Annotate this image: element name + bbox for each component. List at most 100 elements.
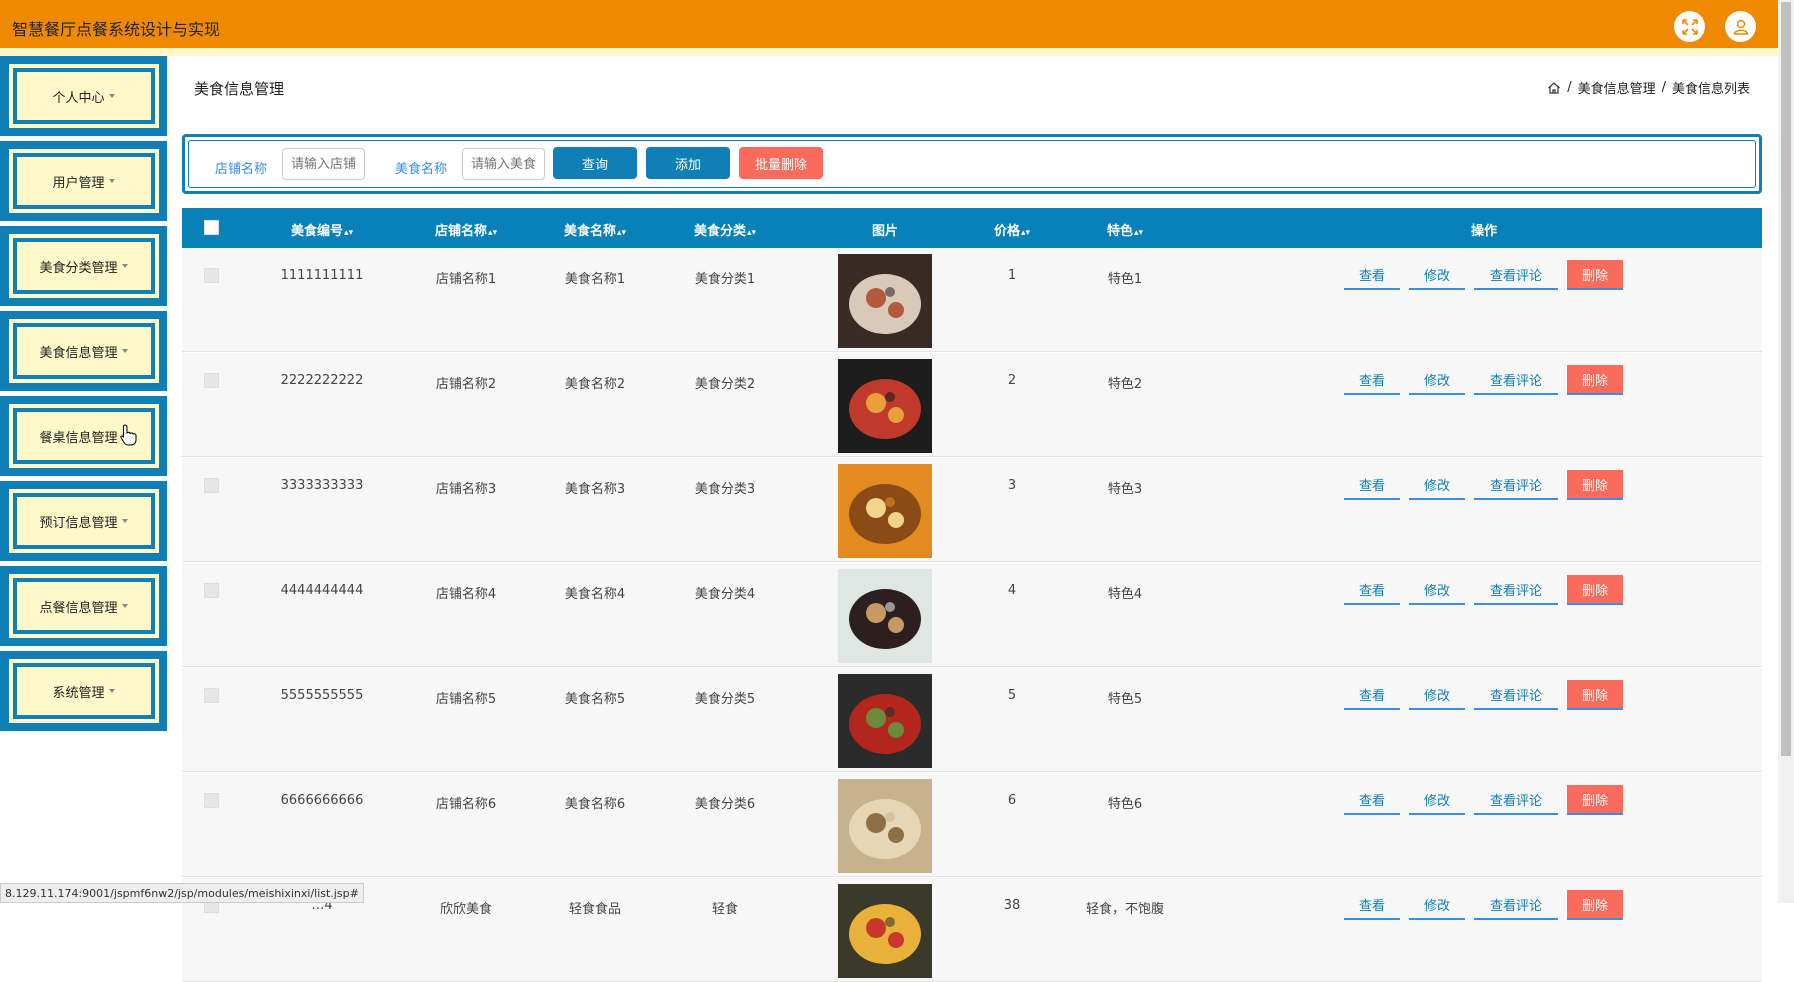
cell-feature: 特色4 xyxy=(1108,583,1142,602)
row-checkbox[interactable] xyxy=(204,793,219,808)
delete-button[interactable]: 删除 xyxy=(1567,785,1623,815)
delete-button[interactable]: 删除 xyxy=(1567,365,1623,395)
edit-button[interactable]: 修改 xyxy=(1409,260,1465,290)
user-icon[interactable] xyxy=(1725,11,1756,42)
cell-food-category: 美食分类4 xyxy=(695,583,755,602)
view-comments-button[interactable]: 查看评论 xyxy=(1474,575,1558,605)
sidebar-item-user-management[interactable]: 用户管理 xyxy=(0,141,167,221)
search-panel: 店铺名称 美食名称 查询 添加 批量删除 xyxy=(182,134,1762,194)
delete-button[interactable]: 删除 xyxy=(1567,890,1623,920)
table-row: 4444444444 店铺名称4 美食名称4 美食分类4 4 特色4 查看 修改… xyxy=(182,563,1762,667)
cell-food-id: 5555555555 xyxy=(281,688,364,703)
edit-button[interactable]: 修改 xyxy=(1409,365,1465,395)
scrollbar-thumb[interactable] xyxy=(1781,2,1791,756)
column-header-food-name[interactable]: 美食名称▴▾ xyxy=(564,220,626,239)
view-comments-button[interactable]: 查看评论 xyxy=(1474,470,1558,500)
sidebar-item-label: 点餐信息管理 xyxy=(39,597,117,616)
view-button[interactable]: 查看 xyxy=(1344,890,1400,920)
query-button[interactable]: 查询 xyxy=(553,147,637,179)
select-all-checkbox[interactable] xyxy=(204,220,219,235)
sidebar-item-order-info[interactable]: 点餐信息管理 xyxy=(0,566,167,646)
cell-price: 3 xyxy=(1008,478,1016,493)
breadcrumb-section[interactable]: 美食信息管理 xyxy=(1578,78,1656,97)
sort-icon: ▴▾ xyxy=(617,228,626,238)
home-icon[interactable] xyxy=(1547,81,1561,95)
food-name-label: 美食名称 xyxy=(395,158,447,177)
cell-food-category: 美食分类1 xyxy=(695,268,755,287)
table-row: 2222222222 店铺名称2 美食名称2 美食分类2 2 特色2 查看 修改… xyxy=(182,353,1762,457)
row-checkbox[interactable] xyxy=(204,478,219,493)
cell-food-name: 轻食食品 xyxy=(569,898,621,917)
food-name-input[interactable] xyxy=(462,148,545,180)
edit-button[interactable]: 修改 xyxy=(1409,470,1465,500)
view-button[interactable]: 查看 xyxy=(1344,575,1400,605)
delete-button[interactable]: 删除 xyxy=(1567,260,1623,290)
edit-button[interactable]: 修改 xyxy=(1409,890,1465,920)
column-header-price[interactable]: 价格▴▾ xyxy=(994,220,1030,239)
cell-feature: 特色5 xyxy=(1108,688,1142,707)
column-header-food-id[interactable]: 美食编号▴▾ xyxy=(291,220,353,239)
cell-food-id: 2222222222 xyxy=(281,373,364,388)
delete-button[interactable]: 删除 xyxy=(1567,680,1623,710)
sidebar-item-label: 餐桌信息管理 xyxy=(39,427,117,446)
sidebar-item-food-info[interactable]: 美食信息管理 xyxy=(0,311,167,391)
cell-food-name: 美食名称3 xyxy=(565,478,625,497)
cell-food-category: 轻食 xyxy=(712,898,738,917)
batch-delete-button[interactable]: 批量删除 xyxy=(739,147,823,179)
row-checkbox[interactable] xyxy=(204,583,219,598)
food-image xyxy=(838,464,932,558)
delete-button[interactable]: 删除 xyxy=(1567,575,1623,605)
table-row: 3333333333 店铺名称3 美食名称3 美食分类3 3 特色3 查看 修改… xyxy=(182,458,1762,562)
cell-price: 1 xyxy=(1008,268,1016,283)
sidebar-item-label: 个人中心 xyxy=(52,87,104,106)
row-checkbox[interactable] xyxy=(204,688,219,703)
breadcrumb-separator: / xyxy=(1662,80,1666,95)
view-button[interactable]: 查看 xyxy=(1344,785,1400,815)
view-comments-button[interactable]: 查看评论 xyxy=(1474,680,1558,710)
vertical-scrollbar[interactable] xyxy=(1778,0,1794,903)
sidebar-item-table-info[interactable]: 餐桌信息管理 xyxy=(0,396,167,476)
column-header-feature[interactable]: 特色▴▾ xyxy=(1107,220,1143,239)
sidebar-item-personal-center[interactable]: 个人中心 xyxy=(0,56,167,136)
cell-feature: 特色2 xyxy=(1108,373,1142,392)
table-header: 美食编号▴▾ 店铺名称▴▾ 美食名称▴▾ 美食分类▴▾ 图片 价格▴▾ 特色▴▾… xyxy=(182,208,1762,248)
view-button[interactable]: 查看 xyxy=(1344,680,1400,710)
sidebar-item-food-category[interactable]: 美食分类管理 xyxy=(0,226,167,306)
food-image xyxy=(838,884,932,978)
cell-feature: 特色6 xyxy=(1108,793,1142,812)
caret-down-icon xyxy=(122,604,128,608)
cell-shop-name: 店铺名称5 xyxy=(436,688,496,707)
row-checkbox[interactable] xyxy=(204,268,219,283)
cell-price: 4 xyxy=(1008,583,1016,598)
add-button[interactable]: 添加 xyxy=(646,147,730,179)
shop-name-input[interactable] xyxy=(282,148,365,180)
table-row: 5555555555 店铺名称5 美食名称5 美食分类5 5 特色5 查看 修改… xyxy=(182,668,1762,772)
table-row: 6666666666 店铺名称6 美食名称6 美食分类6 6 特色6 查看 修改… xyxy=(182,773,1762,877)
edit-button[interactable]: 修改 xyxy=(1409,680,1465,710)
view-comments-button[interactable]: 查看评论 xyxy=(1474,890,1558,920)
cell-price: 2 xyxy=(1008,373,1016,388)
edit-button[interactable]: 修改 xyxy=(1409,785,1465,815)
sidebar-item-reservation[interactable]: 预订信息管理 xyxy=(0,481,167,561)
cell-food-name: 美食名称1 xyxy=(565,268,625,287)
cell-shop-name: 店铺名称2 xyxy=(436,373,496,392)
view-button[interactable]: 查看 xyxy=(1344,470,1400,500)
edit-button[interactable]: 修改 xyxy=(1409,575,1465,605)
fullscreen-icon[interactable] xyxy=(1674,11,1705,42)
cell-food-category: 美食分类6 xyxy=(695,793,755,812)
cell-food-category: 美食分类5 xyxy=(695,688,755,707)
view-comments-button[interactable]: 查看评论 xyxy=(1474,365,1558,395)
table-row: …4 欣欣美食 轻食食品 轻食 38 轻食，不饱腹 查看 修改 查看评论 删除 xyxy=(182,878,1762,982)
view-button[interactable]: 查看 xyxy=(1344,260,1400,290)
sidebar-item-system[interactable]: 系统管理 xyxy=(0,651,167,731)
delete-button[interactable]: 删除 xyxy=(1567,470,1623,500)
view-button[interactable]: 查看 xyxy=(1344,365,1400,395)
view-comments-button[interactable]: 查看评论 xyxy=(1474,785,1558,815)
row-checkbox[interactable] xyxy=(204,373,219,388)
sidebar-item-label: 美食分类管理 xyxy=(39,257,117,276)
column-header-shop-name[interactable]: 店铺名称▴▾ xyxy=(435,220,497,239)
view-comments-button[interactable]: 查看评论 xyxy=(1474,260,1558,290)
food-image xyxy=(838,359,932,453)
breadcrumb-current: 美食信息列表 xyxy=(1672,78,1750,97)
column-header-food-category[interactable]: 美食分类▴▾ xyxy=(694,220,756,239)
